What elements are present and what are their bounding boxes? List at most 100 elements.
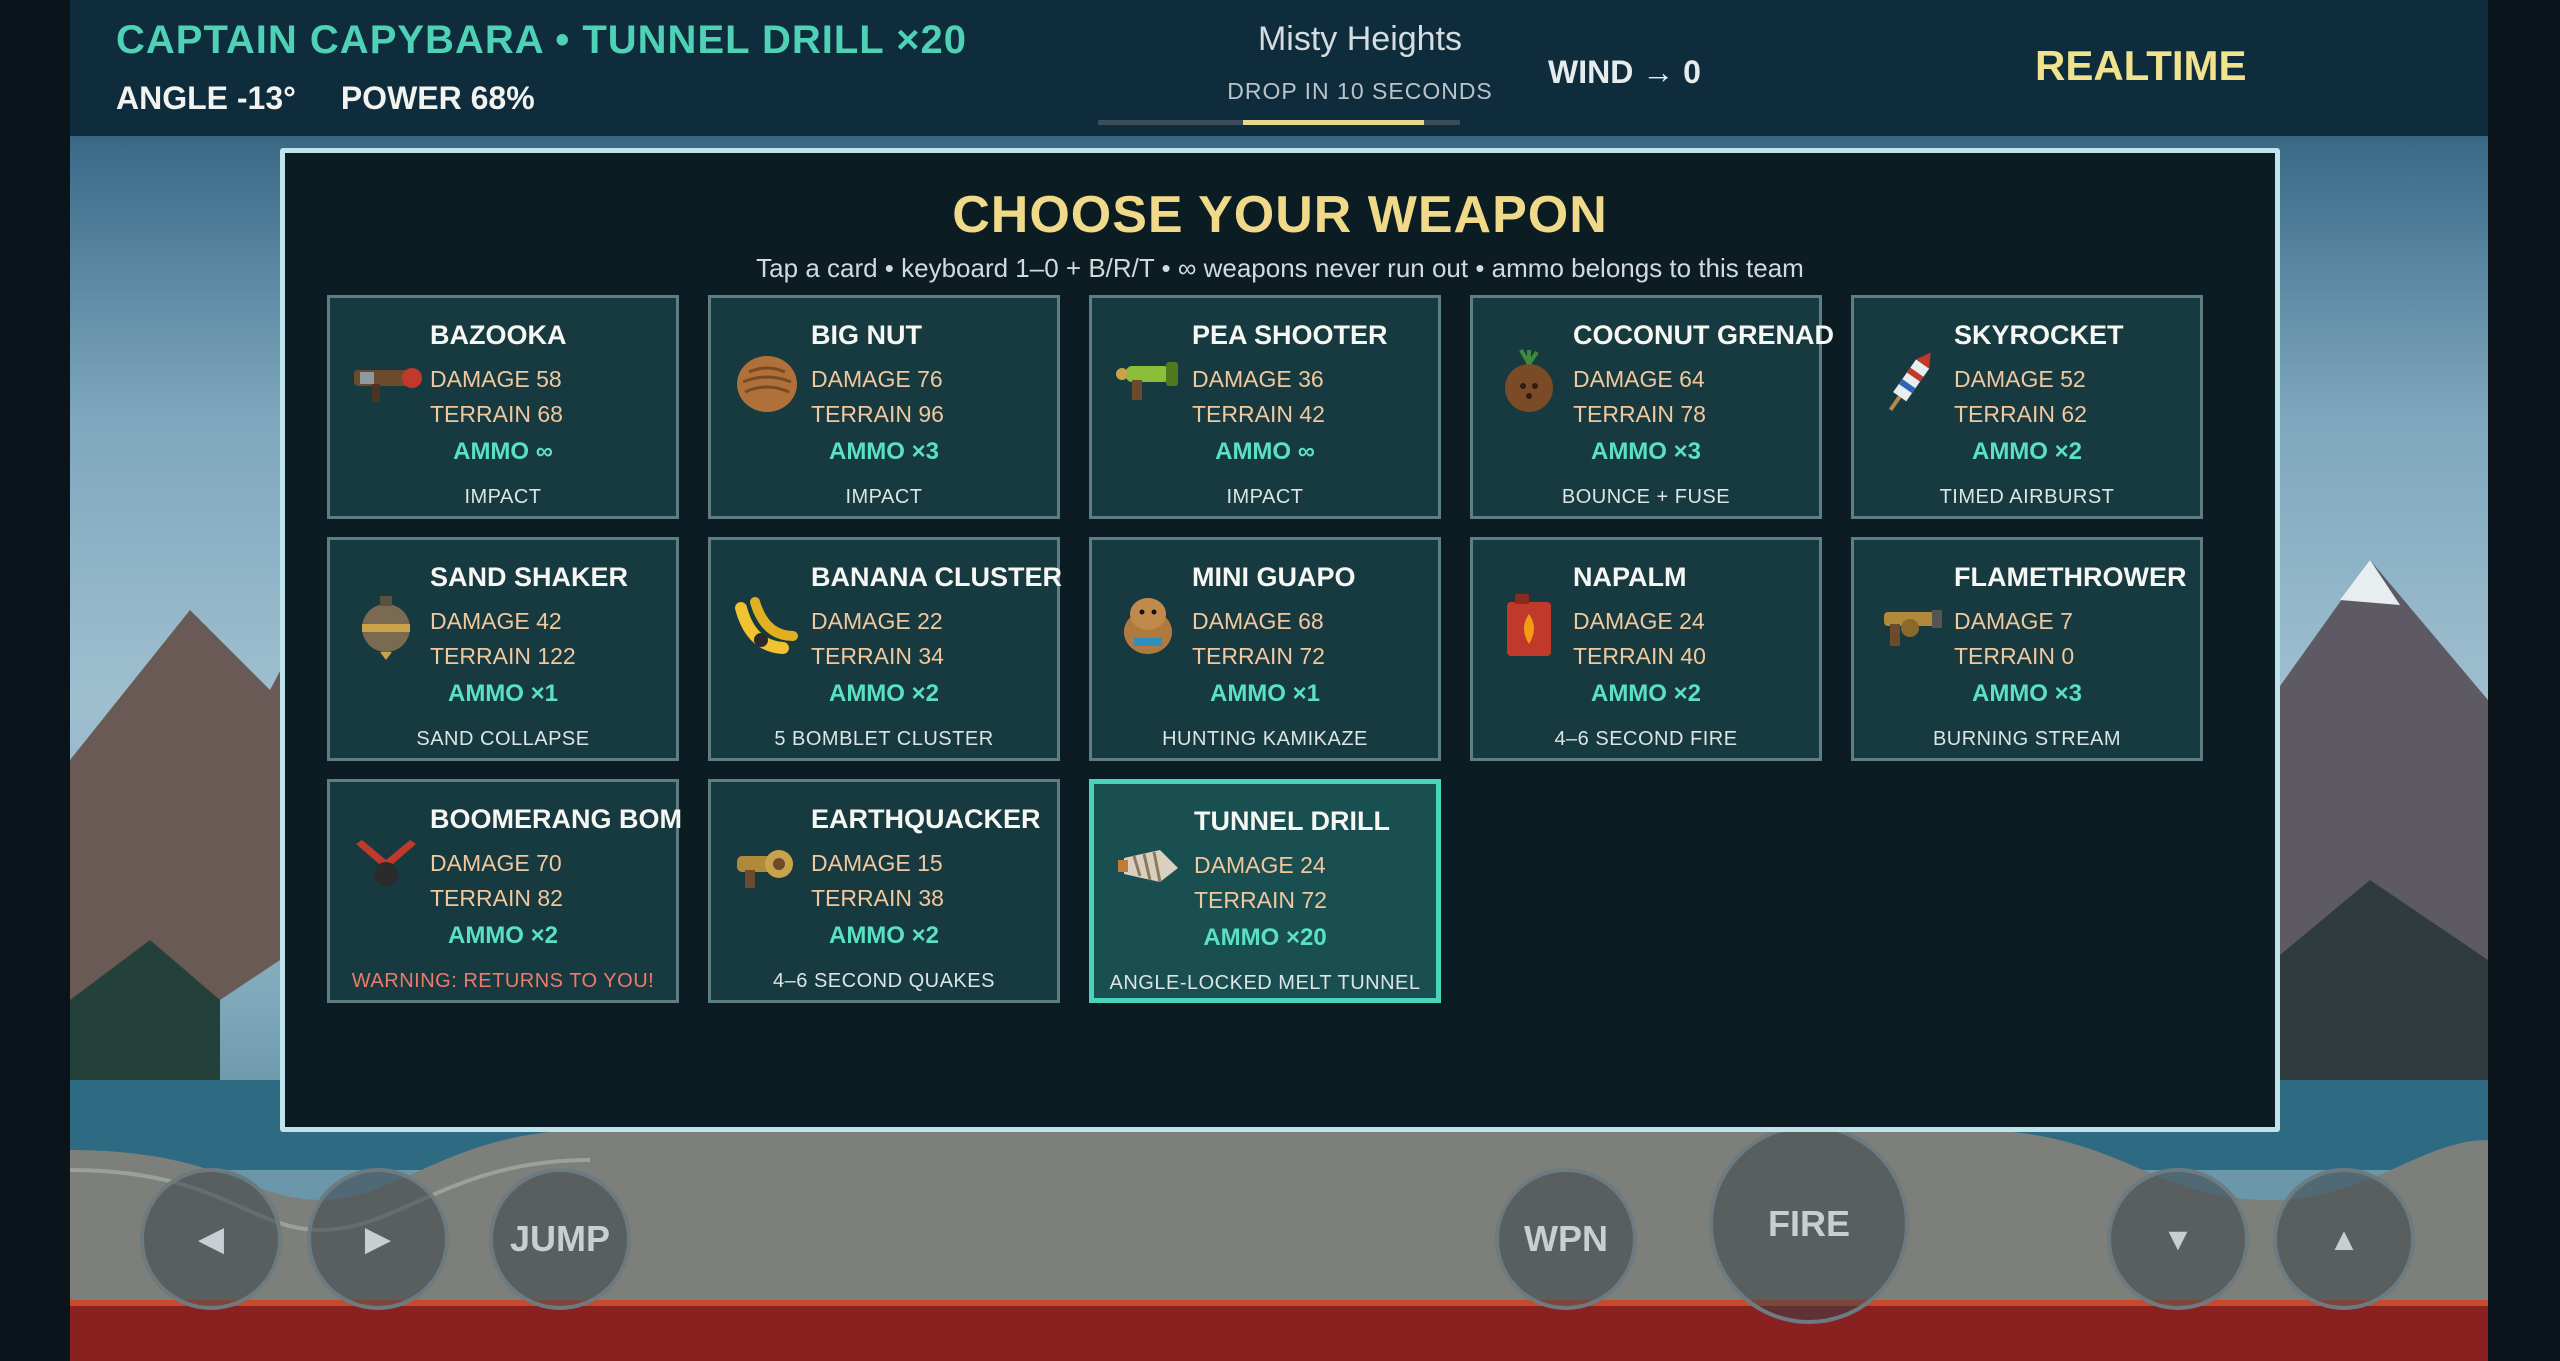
mode-label: REALTIME bbox=[2035, 42, 2247, 89]
weapon-card-coconut-grenad[interactable]: COCONUT GRENAD DAMAGE 64 TERRAIN 78 AMMO ×3… bbox=[1470, 295, 1834, 519]
weapon-card-flamethrower[interactable]: FLAMETHROWER DAMAGE 7 TERRAIN 0 AMMO ×3 BURN… bbox=[1851, 537, 2203, 761]
move-left-button[interactable]: ◀ bbox=[140, 1168, 282, 1310]
weapon-ammo: AMMO ×2 bbox=[1971, 438, 2082, 465]
right-arrow-icon: ▶ bbox=[364, 1220, 392, 1258]
weapon-effect: ANGLE-LOCKED MELT TUNNEL bbox=[1109, 972, 1421, 994]
weapon-ammo: AMMO ×1 bbox=[1209, 680, 1320, 707]
capybara-icon bbox=[1112, 588, 1184, 660]
weapon-ammo: AMMO ∞ bbox=[1215, 438, 1315, 465]
weapon-card-bazooka[interactable]: BAZOOKA DAMAGE 58 TERRAIN 68 AMMO ∞ IMPACT bbox=[327, 295, 679, 519]
hud-bar: CAPTAIN CAPYBARA • TUNNEL DRILL ×20 ANGL… bbox=[70, 0, 2488, 136]
weapon-terrain: TERRAIN 42 bbox=[1192, 401, 1325, 427]
weapon-effect: 5 BOMBLET CLUSTER bbox=[774, 728, 994, 750]
weapon-button[interactable]: WPN bbox=[1495, 1168, 1637, 1310]
weapon-effect: SAND COLLAPSE bbox=[416, 728, 590, 750]
dialog-hint: Tap a card • keyboard 1–0 + B/R/T • ∞ we… bbox=[756, 253, 1804, 283]
weapon-damage: DAMAGE 22 bbox=[811, 608, 943, 634]
aim-up-button[interactable]: ▲ bbox=[2273, 1168, 2415, 1310]
weapon-card-napalm[interactable]: NAPALM DAMAGE 24 TERRAIN 40 AMMO ×2 4–6 SECO… bbox=[1470, 537, 1822, 761]
left-arrow-icon: ◀ bbox=[197, 1220, 225, 1258]
down-arrow-icon: ▼ bbox=[2162, 1221, 2194, 1257]
game-scene: CAPTAIN CAPYBARA • TUNNEL DRILL ×20 ANGL… bbox=[70, 0, 2488, 1361]
earthquacker-icon bbox=[731, 830, 803, 902]
weapon-ammo: AMMO ×3 bbox=[1971, 680, 2082, 707]
drop-progress-bar bbox=[1098, 120, 1460, 125]
weapon-card-pea-shooter[interactable]: PEA SHOOTER DAMAGE 36 TERRAIN 42 AMMO ∞ IMPA… bbox=[1089, 295, 1441, 519]
weapon-name: FLAMETHROWER bbox=[1954, 562, 2187, 592]
walnut-icon bbox=[731, 346, 803, 418]
weapon-effect: 4–6 SECOND FIRE bbox=[1554, 728, 1738, 750]
weapon-ammo: AMMO ×2 bbox=[828, 680, 939, 707]
weapon-ammo: AMMO ×20 bbox=[1203, 924, 1327, 951]
drill-icon bbox=[1114, 832, 1186, 904]
weapon-card-boomerang-bom[interactable]: BOOMERANG BOM DAMAGE 70 TERRAIN 82 AMMO ×2 W… bbox=[327, 779, 682, 1003]
move-right-button[interactable]: ▶ bbox=[307, 1168, 449, 1310]
fire-button[interactable]: FIRE bbox=[1709, 1124, 1909, 1324]
jump-button[interactable]: JUMP bbox=[489, 1168, 631, 1310]
weapon-name: NAPALM bbox=[1573, 562, 1687, 592]
power-readout: POWER 68% bbox=[340, 80, 535, 116]
right-letterbox bbox=[2488, 0, 2560, 1361]
weapon-ammo: AMMO ×2 bbox=[1590, 680, 1701, 707]
weapon-name: PEA SHOOTER bbox=[1192, 320, 1388, 350]
fire-label: FIRE bbox=[1767, 1203, 1850, 1244]
rocket-icon bbox=[1874, 346, 1946, 418]
weapon-damage: DAMAGE 64 bbox=[1573, 366, 1705, 392]
weapon-damage: DAMAGE 24 bbox=[1194, 852, 1326, 878]
pea-shooter-icon bbox=[1112, 346, 1184, 418]
weapon-card-mini-guapo[interactable]: MINI GUAPO DAMAGE 68 TERRAIN 72 AMMO ×1 HUNT… bbox=[1089, 537, 1441, 761]
weapon-damage: DAMAGE 52 bbox=[1954, 366, 2086, 392]
weapon-terrain: TERRAIN 122 bbox=[430, 643, 576, 669]
weapon-terrain: TERRAIN 0 bbox=[1954, 643, 2075, 669]
weapon-ammo: AMMO ×3 bbox=[1590, 438, 1701, 465]
weapon-terrain: TERRAIN 78 bbox=[1573, 401, 1706, 427]
weapon-name: BOOMERANG BOM bbox=[430, 804, 682, 834]
drop-timer: DROP IN 10 SECONDS bbox=[1227, 78, 1493, 104]
weapon-effect: TIMED AIRBURST bbox=[1939, 486, 2115, 508]
bazooka-icon bbox=[350, 346, 422, 418]
weapon-ammo: AMMO ×2 bbox=[447, 922, 558, 949]
lava bbox=[70, 1300, 2488, 1361]
left-letterbox bbox=[0, 0, 70, 1361]
weapon-name: BANANA CLUSTER bbox=[811, 562, 1062, 592]
aim-readout: ANGLE -13° POWER 68% bbox=[116, 80, 571, 117]
weapon-damage: DAMAGE 76 bbox=[811, 366, 943, 392]
weapon-card-banana-cluster[interactable]: BANANA CLUSTER DAMAGE 22 TERRAIN 34 AMMO ×2… bbox=[708, 537, 1062, 761]
aim-down-button[interactable]: ▼ bbox=[2107, 1168, 2249, 1310]
weapon-terrain: TERRAIN 62 bbox=[1954, 401, 2087, 427]
weapon-terrain: TERRAIN 82 bbox=[430, 885, 563, 911]
weapon-name: MINI GUAPO bbox=[1192, 562, 1356, 592]
weapon-card-big-nut[interactable]: BIG NUT DAMAGE 76 TERRAIN 96 AMMO ×3 IMPACT bbox=[708, 295, 1060, 519]
weapon-label: WPN bbox=[1524, 1218, 1608, 1259]
weapon-card-sand-shaker[interactable]: SAND SHAKER DAMAGE 42 TERRAIN 122 AMMO ×1 SA… bbox=[327, 537, 679, 761]
weapon-name: EARTHQUACKER bbox=[811, 804, 1041, 834]
weapon-effect: IMPACT bbox=[845, 486, 923, 508]
weapon-effect: IMPACT bbox=[1226, 486, 1304, 508]
weapon-terrain: TERRAIN 68 bbox=[430, 401, 563, 427]
weapon-damage: DAMAGE 15 bbox=[811, 850, 943, 876]
weapon-ammo: AMMO ×2 bbox=[828, 922, 939, 949]
weapon-picker-dialog: CHOOSE YOUR WEAPON Tap a card • keyboard… bbox=[280, 148, 2280, 1132]
weapon-name: BIG NUT bbox=[811, 320, 922, 350]
weapon-damage: DAMAGE 36 bbox=[1192, 366, 1324, 392]
weapon-card-tunnel-drill[interactable]: TUNNEL DRILL DAMAGE 24 TERRAIN 72 AMMO ×20 A… bbox=[1089, 779, 1441, 1003]
weapon-damage: DAMAGE 42 bbox=[430, 608, 562, 634]
weapon-terrain: TERRAIN 96 bbox=[811, 401, 944, 427]
weapon-damage: DAMAGE 7 bbox=[1954, 608, 2073, 634]
weapon-card-skyrocket[interactable]: SKYROCKET DAMAGE 52 TERRAIN 62 AMMO ×2 TIMED… bbox=[1851, 295, 2203, 519]
weapon-ammo: AMMO ×3 bbox=[828, 438, 939, 465]
weapon-damage: DAMAGE 24 bbox=[1573, 608, 1705, 634]
boomerang-icon bbox=[350, 830, 422, 902]
flamethrower-icon bbox=[1874, 588, 1946, 660]
weapon-name: COCONUT GRENAD bbox=[1573, 320, 1834, 350]
jump-label: JUMP bbox=[509, 1218, 611, 1259]
weapon-card-earthquacker[interactable]: EARTHQUACKER DAMAGE 15 TERRAIN 38 AMMO ×2 4–… bbox=[708, 779, 1060, 1003]
up-arrow-icon: ▲ bbox=[2328, 1221, 2360, 1257]
weapon-terrain: TERRAIN 72 bbox=[1192, 643, 1325, 669]
weapon-damage: DAMAGE 58 bbox=[430, 366, 562, 392]
drop-progress-fill bbox=[1243, 120, 1424, 125]
weapon-effect: 4–6 SECOND QUAKES bbox=[773, 970, 995, 992]
weapon-name: TUNNEL DRILL bbox=[1194, 806, 1390, 836]
weapon-name: BAZOOKA bbox=[430, 320, 567, 350]
weapon-terrain: TERRAIN 38 bbox=[811, 885, 944, 911]
